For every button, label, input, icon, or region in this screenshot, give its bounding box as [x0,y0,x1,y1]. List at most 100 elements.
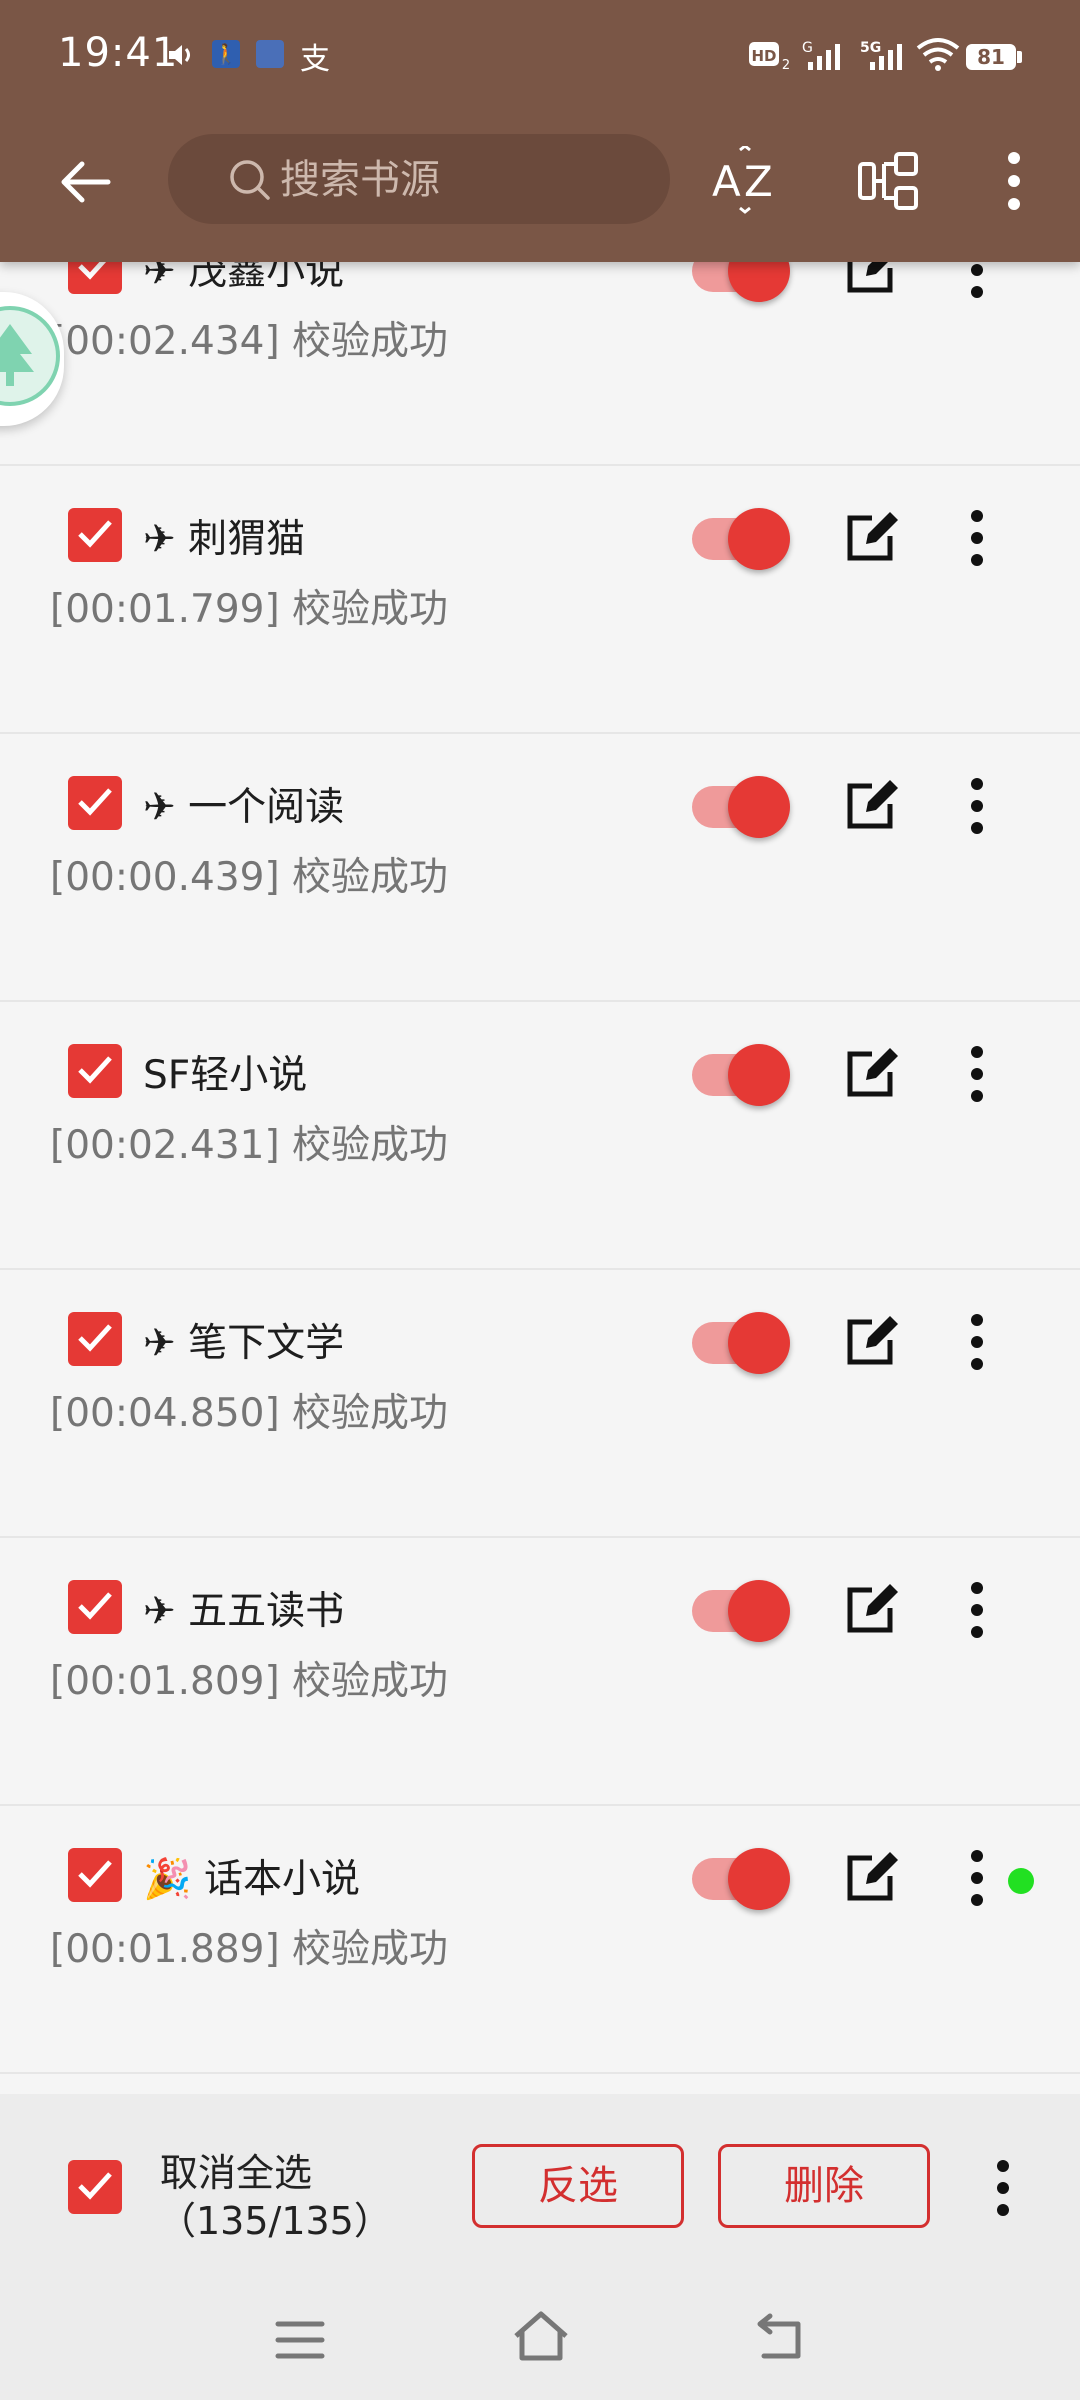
switch-knob[interactable] [728,776,790,838]
source-status: [00:02.431] 校验成功 [50,1123,449,1168]
switch-knob[interactable] [728,1044,790,1106]
source-name-line: 🎉 话本小说 [143,1848,360,1904]
row-more-icon[interactable] [956,1044,998,1104]
5g-signal-icon: 5G [860,40,902,70]
battery-tip [1017,51,1022,63]
source-row[interactable]: ✈ 笔下文学 [00:04.850] 校验成功 [0,1270,1080,1538]
edit-icon[interactable] [842,1046,898,1102]
edit-icon[interactable] [842,1850,898,1906]
row-more-icon[interactable] [956,1848,998,1908]
source-name-line: ✈ 五五读书 [143,1580,344,1636]
system-nav-bar [0,2270,1080,2400]
source-prefix-icon: 🎉 [143,1857,192,1902]
check-icon [78,1592,112,1620]
row-checkbox[interactable] [68,508,122,562]
selection-count: （135/135） [158,2199,392,2243]
recent-apps-icon[interactable] [274,2318,326,2362]
app-bar: 19:41 🚶 支 HD 2 G 5G 81 搜索书源 A Z [0,0,1080,262]
source-prefix-icon: ✈ [143,785,176,830]
source-name-line: SF轻小说 [143,1044,307,1100]
android-app-icon [256,40,284,68]
search-input[interactable] [278,134,652,226]
row-more-icon[interactable] [956,1580,998,1640]
svg-text:2: 2 [782,58,790,72]
row-checkbox[interactable] [68,1580,122,1634]
svg-text:5G: 5G [860,40,881,56]
source-name: 刺猬猫 [188,517,306,562]
alipay-icon: 支 [300,42,330,77]
row-more-icon[interactable] [956,776,998,836]
source-row[interactable]: ✈ 五五读书 [00:01.809] 校验成功 [0,1538,1080,1806]
source-name: 笔下文学 [188,1321,345,1366]
source-status: [00:04.850] 校验成功 [50,1391,449,1436]
row-more-icon[interactable] [956,508,998,568]
check-icon [78,2172,112,2200]
select-all-checkbox[interactable] [68,2160,122,2214]
row-more-icon[interactable] [956,1312,998,1372]
edit-icon[interactable] [842,1314,898,1370]
switch-knob[interactable] [728,1312,790,1374]
invert-selection-button[interactable]: 反选 [472,2144,684,2228]
source-status: [00:01.809] 校验成功 [50,1659,449,1704]
source-row[interactable]: SF轻小说 [00:02.431] 校验成功 [0,1002,1080,1270]
row-checkbox[interactable] [68,776,122,830]
back-arrow-icon[interactable] [52,150,116,214]
accessibility-app-icon: 🚶 [212,40,240,68]
nav-back-icon[interactable] [752,2310,808,2362]
source-status: [00:00.439] 校验成功 [50,855,449,900]
edit-icon[interactable] [842,510,898,566]
switch-knob[interactable] [728,1848,790,1910]
source-name: 五五读书 [188,1589,345,1634]
group-filter-icon[interactable] [856,148,922,214]
source-row[interactable]: 🎉 话本小说 [00:01.889] 校验成功 [0,1806,1080,2074]
source-name-line: ✈ 笔下文学 [143,1312,344,1368]
signal-strength-icon: G [802,40,840,70]
source-name-line: ✈ 一个阅读 [143,776,344,832]
source-row[interactable]: ✈ 一个阅读 [00:00.439] 校验成功 [0,734,1080,1002]
action-more-icon[interactable] [982,2158,1024,2218]
battery-indicator: 81 [966,44,1016,70]
source-row[interactable]: ✈ 刺猬猫 [00:01.799] 校验成功 [0,466,1080,734]
check-icon [78,788,112,816]
sort-a-letter: A [712,157,741,206]
status-bar: 19:41 🚶 支 HD 2 G 5G 81 [0,0,1080,118]
check-icon [78,1324,112,1352]
svg-text:G: G [802,40,813,56]
check-icon [78,1860,112,1888]
source-status: [00:01.799] 校验成功 [50,587,449,632]
notification-dot [1008,1868,1034,1894]
search-bar[interactable] [168,134,670,226]
batch-action-bar: 取消全选 （135/135） 反选 删除 [0,2094,1080,2270]
search-icon [230,160,270,200]
source-prefix-icon: ✈ [143,517,176,562]
row-checkbox[interactable] [68,1848,122,1902]
hd-voice-icon: HD 2 [749,42,790,72]
source-name-line: ✈ 刺猬猫 [143,508,305,564]
source-prefix-icon: ✈ [143,1321,176,1366]
sort-az-icon: A Z [712,144,773,214]
source-name: 话本小说 [203,1857,360,1902]
source-prefix-icon: ✈ [143,1589,176,1634]
edit-icon[interactable] [842,1582,898,1638]
overflow-menu-icon[interactable] [994,148,1034,214]
source-name: 一个阅读 [188,785,345,830]
source-status: [00:01.889] 校验成功 [50,1927,449,1972]
check-icon [78,520,112,548]
source-name: SF轻小说 [143,1053,308,1098]
home-icon[interactable] [510,2308,572,2364]
switch-knob[interactable] [728,508,790,570]
delete-button[interactable]: 删除 [718,2144,930,2228]
sort-az-button[interactable]: A Z [710,144,780,216]
tree-icon [0,306,60,406]
status-time: 19:41 [58,30,179,76]
check-icon [78,1056,112,1084]
edit-icon[interactable] [842,778,898,834]
row-checkbox[interactable] [68,1312,122,1366]
source-status: [00:02.434] 校验成功 [50,319,449,364]
svg-text:HD: HD [751,47,776,65]
volume-icon [169,45,190,65]
row-checkbox[interactable] [68,1044,122,1098]
wifi-icon [916,38,960,71]
select-all-label[interactable]: 取消全选 [160,2142,312,2197]
switch-knob[interactable] [728,1580,790,1642]
